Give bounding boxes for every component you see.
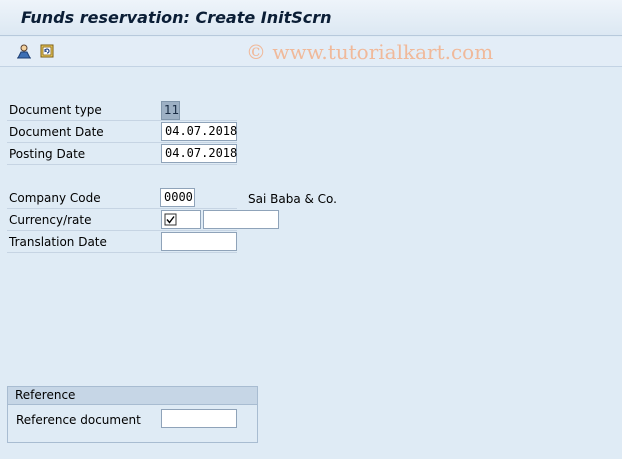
posting-date-label: Posting Date (9, 147, 86, 161)
title-bar: Funds reservation: Create InitScrn (0, 0, 622, 36)
exchange-rate-field[interactable] (203, 210, 279, 229)
currency-rate-label: Currency/rate (9, 213, 92, 227)
company-code-row: Company Code (7, 187, 237, 209)
window-title: Funds reservation: Create InitScrn (21, 8, 332, 27)
document-date-field[interactable]: 04.07.2018 (161, 122, 237, 141)
company-code-field[interactable]: 0000 (160, 188, 195, 207)
person-icon[interactable] (15, 42, 33, 60)
reference-group-title: Reference (8, 387, 257, 405)
company-name-text: Sai Baba & Co. (248, 192, 337, 206)
document-type-field[interactable]: 11 (161, 101, 180, 120)
checkbox-icon[interactable] (164, 213, 178, 227)
posting-date-field[interactable]: 04.07.2018 (161, 144, 237, 163)
currency-field[interactable] (161, 210, 201, 229)
watermark: © www.tutorialkart.com (246, 40, 494, 64)
reference-group: Reference Reference document (7, 386, 258, 443)
translation-date-label: Translation Date (9, 235, 107, 249)
reference-document-label: Reference document (16, 413, 141, 427)
company-code-label: Company Code (9, 191, 101, 205)
translation-date-field[interactable] (161, 232, 237, 251)
refresh-icon[interactable] (38, 42, 56, 60)
reference-document-field[interactable] (161, 409, 237, 428)
document-date-label: Document Date (9, 125, 104, 139)
document-type-label: Document type (9, 103, 102, 117)
document-type-row: Document type (7, 99, 237, 121)
